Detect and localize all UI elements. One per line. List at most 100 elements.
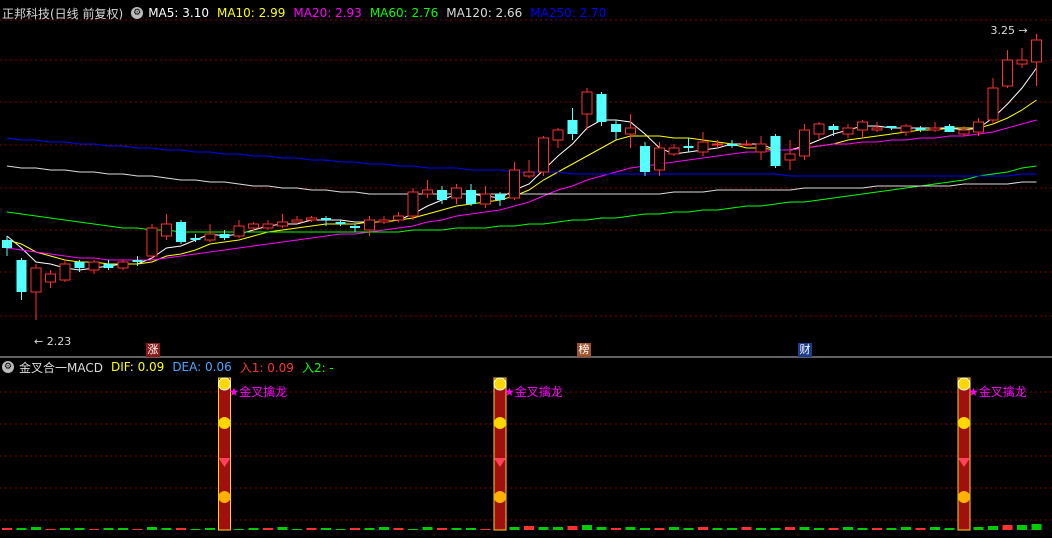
finance-badge[interactable]: 财 <box>798 343 812 357</box>
candle-body <box>233 225 245 237</box>
volume-bar <box>74 528 85 530</box>
volume-bar <box>335 529 346 530</box>
candle-body <box>59 263 71 281</box>
volume-bar <box>306 528 317 530</box>
signal-label: ★金叉擒龙 <box>504 384 563 399</box>
candlestick-chart[interactable]: 3.25 → ← 2.23 ★金叉擒龙 ★金叉擒龙 ★金叉擒龙 <box>0 0 1052 538</box>
candle-body <box>1031 39 1042 63</box>
volume-bar <box>205 528 215 530</box>
volume-bar <box>973 527 984 530</box>
candle-body <box>219 234 230 238</box>
volume-bar <box>828 528 839 530</box>
dea-value: DEA: 0.06 <box>172 360 232 374</box>
candle-body <box>900 125 912 133</box>
volume-bar <box>727 528 737 530</box>
candle-body <box>248 223 259 229</box>
volume-bar <box>799 527 810 530</box>
volume-bar <box>524 526 534 530</box>
candle-body <box>16 260 27 292</box>
smile-icon <box>218 417 231 429</box>
volume-bar <box>567 526 578 530</box>
smile-icon <box>494 417 506 429</box>
entry1-value: 入1: 0.09 <box>239 360 294 375</box>
volume-bar <box>321 528 331 530</box>
candle-body <box>45 273 56 283</box>
volume-bar <box>422 527 433 530</box>
up-arrow-icon <box>218 491 231 503</box>
candle-body <box>958 129 970 135</box>
candle-body <box>204 233 216 241</box>
candle-body <box>973 121 984 133</box>
volume-bar <box>292 529 302 530</box>
candle-body <box>799 129 810 157</box>
candle-body <box>871 127 883 131</box>
candle-body <box>437 190 447 200</box>
volume-bar <box>60 528 70 530</box>
candle-body <box>683 146 694 148</box>
volume-bar <box>741 527 752 530</box>
volume-bar <box>538 527 549 530</box>
ma20-line <box>6 119 1037 261</box>
ma250-line <box>6 137 1037 177</box>
volume-bar <box>118 528 128 530</box>
volume-bar <box>683 528 694 530</box>
candle-body <box>262 223 274 229</box>
candle-body <box>30 267 42 293</box>
ma5-line <box>6 67 1037 271</box>
candle-body <box>88 261 100 271</box>
up-arrow-icon <box>494 491 506 503</box>
signal-label: ★金叉擒龙 <box>229 384 288 399</box>
ranking-badge[interactable]: 榜 <box>577 343 591 357</box>
volume-bar <box>857 528 868 530</box>
candle-body <box>523 171 535 177</box>
candle-body <box>712 143 723 146</box>
volume-bar <box>654 528 665 530</box>
signal-column <box>957 377 971 531</box>
candle-body <box>495 194 505 200</box>
volume-bar <box>480 529 491 530</box>
volume-bar <box>915 528 926 530</box>
volume-bar <box>669 527 679 530</box>
candle-body <box>74 262 85 268</box>
candle-body <box>987 87 999 121</box>
candle-body <box>1002 59 1013 87</box>
candle-body <box>393 215 404 221</box>
candle-body <box>842 127 854 135</box>
volume-bar <box>712 528 723 530</box>
volume-bar <box>350 528 360 530</box>
candle-body <box>697 141 709 153</box>
volume-bar <box>756 528 766 530</box>
candle-body <box>117 261 129 269</box>
volume-bar <box>1017 525 1027 530</box>
candle-body <box>451 187 462 199</box>
candle-body <box>2 240 12 248</box>
volume-bar <box>872 528 882 530</box>
volume-bar <box>553 527 563 530</box>
candle-body <box>291 219 303 223</box>
volume-bar <box>625 527 636 530</box>
volume-bar <box>509 527 520 530</box>
candle-body <box>944 126 955 132</box>
volume-bar <box>408 529 418 530</box>
volume-bar <box>582 525 592 530</box>
volume-bar <box>785 527 795 530</box>
volume-bar <box>176 528 186 530</box>
volume-bar <box>698 527 708 530</box>
low-price-label: ← 2.23 <box>34 335 71 348</box>
volume-bar <box>451 528 462 530</box>
candle-body <box>350 226 360 228</box>
volume-bar <box>190 529 201 530</box>
volume-bar <box>248 528 259 530</box>
candle-body <box>596 94 607 122</box>
volume-bar <box>988 526 998 530</box>
candle-body <box>146 227 158 257</box>
volume-bar <box>132 529 143 530</box>
volume-bar <box>364 528 375 530</box>
limit-up-badge[interactable]: 涨 <box>146 343 160 357</box>
candle-body <box>378 219 390 223</box>
candle-body <box>741 143 752 146</box>
volume-bar <box>393 528 404 530</box>
candle-body <box>727 144 737 146</box>
indicator-gear-icon[interactable]: ⚙ <box>2 361 14 373</box>
smile-icon <box>958 417 970 429</box>
